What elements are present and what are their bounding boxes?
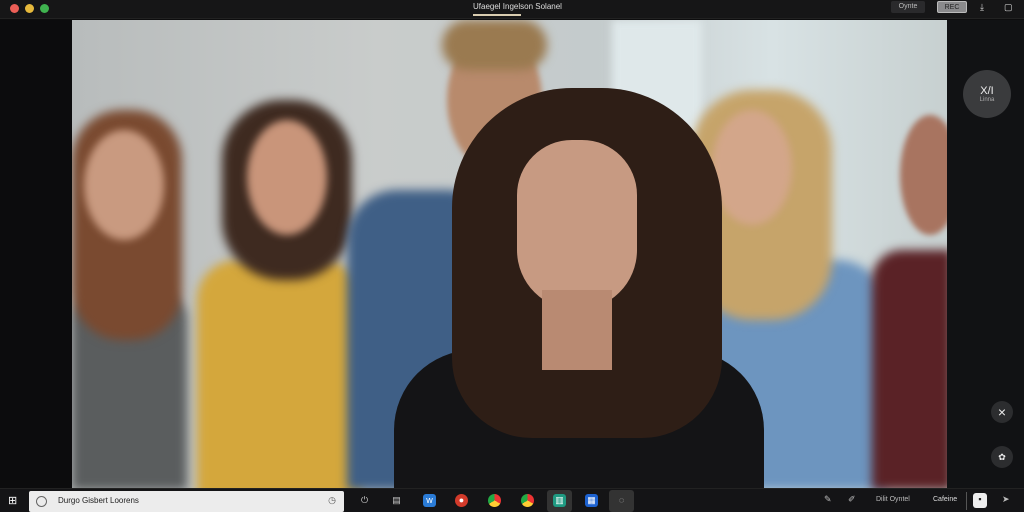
send-icon[interactable]: ➤ [1002, 494, 1010, 505]
minimize-window-button[interactable] [25, 4, 34, 13]
chrome-icon[interactable] [488, 494, 501, 507]
close-window-button[interactable] [10, 4, 19, 13]
notification-icon[interactable]: ▪ [973, 493, 987, 508]
search-value: Durgo Gisbert Loorens [58, 496, 139, 505]
sheets-icon[interactable]: ▥ [553, 494, 566, 507]
settings-icon[interactable]: ✿ [991, 446, 1013, 468]
chrome-icon-2[interactable] [521, 494, 534, 507]
notes-icon[interactable]: ▤ [390, 494, 403, 507]
taskbar: ⊞ Durgo Gisbert Loorens ◷ ⏻ ▤ w ● ▥ ▦ ◌ … [0, 488, 1024, 512]
download-icon[interactable]: ⤓ [980, 2, 984, 13]
brush-icon[interactable]: ✐ [848, 494, 856, 505]
globe-icon [36, 496, 47, 507]
start-icon[interactable]: ⊞ [8, 496, 17, 507]
video-frame [72, 20, 947, 488]
close-icon[interactable]: × [991, 401, 1013, 423]
chat-icon[interactable]: ◌ [615, 494, 628, 507]
window-title: Ufaegel Ingelson Solanel [473, 2, 562, 11]
side-controls: X/I Linna × ✿ [947, 20, 1024, 488]
share-button[interactable]: Oynte [891, 1, 925, 13]
avatar-label: Linna [979, 97, 995, 103]
record-button[interactable]: REC [937, 1, 967, 13]
clock-icon[interactable]: ◷ [328, 495, 336, 506]
avatar-text: X/I [980, 85, 994, 97]
title-underline [473, 14, 521, 16]
maximize-window-button[interactable] [40, 4, 49, 13]
power-icon[interactable]: ⏻ [358, 494, 371, 507]
participant-avatar[interactable]: X/I Linna [963, 70, 1011, 118]
tray-text-2: Cafeine [933, 496, 958, 503]
calendar-icon[interactable]: ▦ [585, 494, 598, 507]
left-margin [0, 20, 72, 488]
window-icon[interactable]: ▢ [1004, 2, 1013, 13]
word-icon[interactable]: w [423, 494, 436, 507]
search-input[interactable]: Durgo Gisbert Loorens ◷ [29, 491, 344, 512]
tray-text-1: Dilit Oyntel [876, 496, 910, 503]
pen-icon[interactable]: ✎ [824, 494, 832, 505]
app-red-icon[interactable]: ● [455, 494, 468, 507]
title-bar: Ufaegel Ingelson Solanel Oynte REC ⤓ ▢ [0, 0, 1024, 19]
